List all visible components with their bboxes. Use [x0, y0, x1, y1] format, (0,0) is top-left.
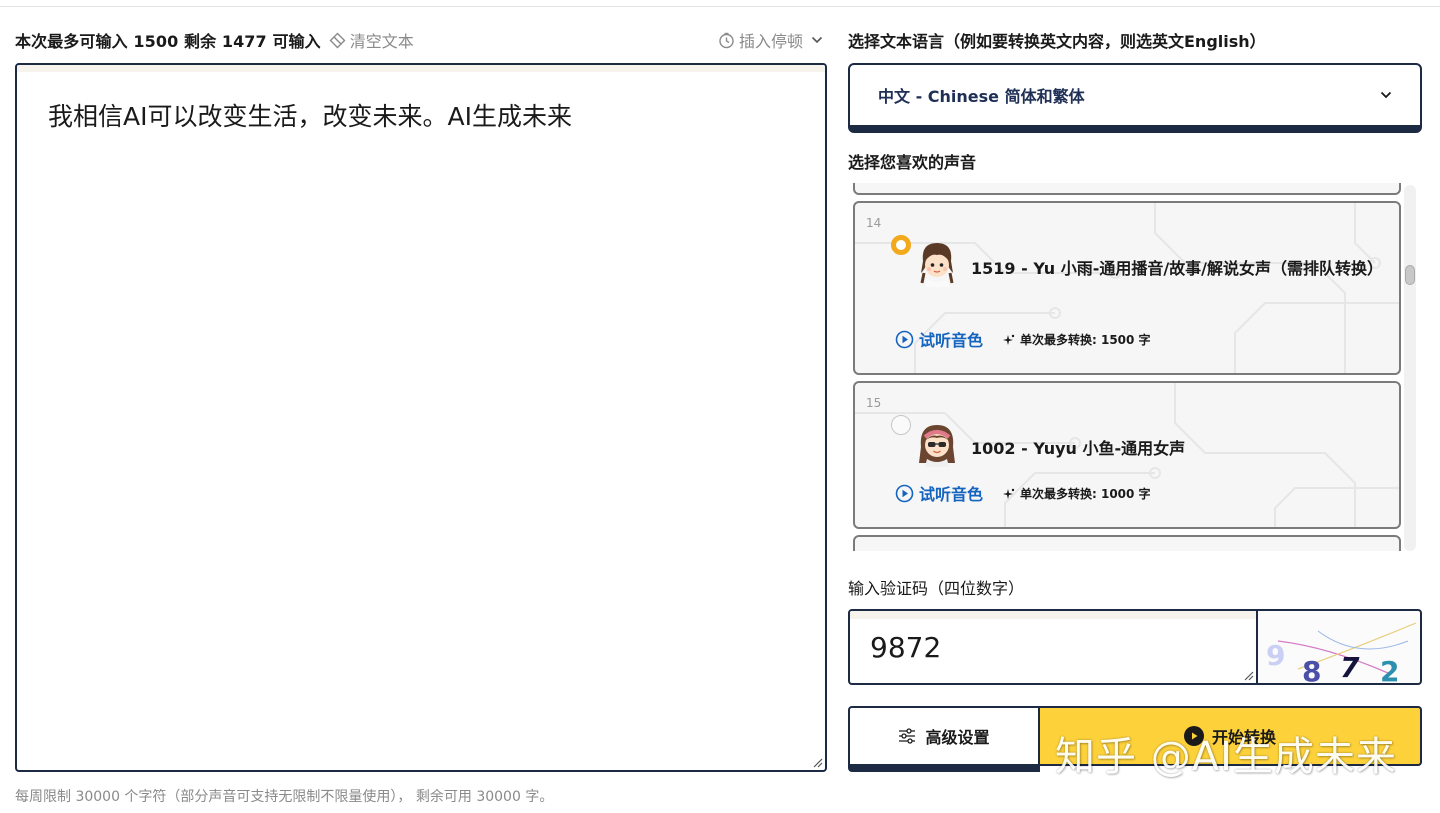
max-convert-text: 单次最多转换: 1500 字	[1020, 333, 1151, 347]
scrollbar-thumb[interactable]	[1405, 265, 1415, 285]
sparkle-icon	[1003, 488, 1015, 499]
voice-index: 14	[866, 216, 882, 230]
captcha-digit: 9	[1266, 639, 1285, 672]
voice-list[interactable]: 14 1519 - Yu 小雨-通用播音/故事/解说女声（需排队转换） 试听音色	[848, 183, 1422, 551]
voice-card[interactable]: 15 1002 - Yuyu 小鱼-通用女声 试听音色 单次最多转换: 1000…	[853, 381, 1401, 529]
language-selected-value: 中文 - Chinese 简体和繁体	[878, 87, 1085, 106]
listen-button[interactable]: 试听音色	[895, 481, 983, 505]
listen-label: 试听音色	[919, 485, 984, 504]
chevron-down-icon	[1380, 91, 1392, 99]
eraser-icon	[329, 32, 346, 48]
play-circle-icon	[895, 330, 914, 348]
max-convert-text: 单次最多转换: 1000 字	[1020, 487, 1151, 501]
captcha-input[interactable]: 9872	[848, 609, 1258, 685]
start-convert-button[interactable]: 开始转换	[1040, 706, 1422, 766]
clock-icon	[719, 32, 734, 48]
chevron-down-icon	[811, 36, 823, 44]
max-convert-limit: 单次最多转换: 1500 字	[1003, 331, 1151, 348]
advanced-settings-label: 高级设置	[925, 728, 990, 747]
language-select[interactable]: 中文 - Chinese 简体和繁体	[848, 63, 1422, 133]
weekly-limit-note: 每周限制 30000 个字符（部分声音可支持无限制不限量使用）， 剩余可用 30…	[15, 789, 554, 805]
max-convert-limit: 单次最多转换: 1000 字	[1003, 485, 1151, 502]
insert-pause-label: 插入停顿	[738, 32, 803, 51]
captcha-label: 输入验证码（四位数字）	[848, 579, 1025, 598]
start-convert-label: 开始转换	[1211, 728, 1276, 747]
captcha-image[interactable]: 9 8 7 2	[1256, 609, 1422, 685]
voice-card[interactable]: 14 1519 - Yu 小雨-通用播音/故事/解说女声（需排队转换） 试听音色	[853, 201, 1401, 375]
captcha-value[interactable]: 9872	[870, 631, 941, 664]
sliders-icon	[899, 728, 916, 744]
text-editor[interactable]: 我相信AI可以改变生活，改变未来。AI生成未来	[15, 63, 827, 772]
play-icon	[1183, 726, 1204, 746]
resize-grip-icon[interactable]	[1243, 670, 1254, 681]
listen-label: 试听音色	[919, 331, 984, 350]
char-counter: 本次最多可输入 1500 剩余 1477 可输入	[15, 32, 321, 51]
voice-title: 1519 - Yu 小雨-通用播音/故事/解说女声（需排队转换）	[971, 259, 1384, 278]
editor-top-strip	[17, 65, 825, 72]
insert-pause-dropdown[interactable]: 插入停顿	[718, 28, 823, 52]
clear-text-button[interactable]: 清空文本	[329, 28, 414, 52]
voice-list-scrollbar[interactable]	[1404, 185, 1416, 551]
language-label: 选择文本语言（例如要转换英文内容，则选英文English）	[848, 32, 1266, 51]
voice-index: 15	[866, 396, 882, 410]
captcha-digit: 2	[1380, 655, 1399, 683]
sparkle-icon	[1003, 334, 1015, 345]
captcha-input-strip	[850, 611, 1256, 619]
captcha-digit: 8	[1302, 655, 1321, 683]
advanced-settings-button[interactable]: 高级设置	[848, 706, 1040, 772]
captcha-graphic: 9 8 7 2	[1266, 622, 1417, 683]
editor-toolbar: 本次最多可输入 1500 剩余 1477 可输入 清空文本 插入停顿	[15, 28, 827, 52]
play-circle-icon	[895, 484, 914, 502]
captcha-digit: 7	[1340, 651, 1360, 683]
voice-label: 选择您喜欢的声音	[848, 153, 977, 172]
top-divider	[0, 6, 1440, 7]
listen-button[interactable]: 试听音色	[895, 327, 983, 351]
resize-grip-icon[interactable]	[812, 757, 823, 768]
voice-card-partial[interactable]	[853, 183, 1401, 195]
voice-title: 1002 - Yuyu 小鱼-通用女声	[971, 439, 1186, 458]
clear-text-label: 清空文本	[349, 32, 414, 51]
voice-card-partial[interactable]	[853, 535, 1401, 551]
editor-content[interactable]: 我相信AI可以改变生活，改变未来。AI生成未来	[48, 97, 572, 133]
